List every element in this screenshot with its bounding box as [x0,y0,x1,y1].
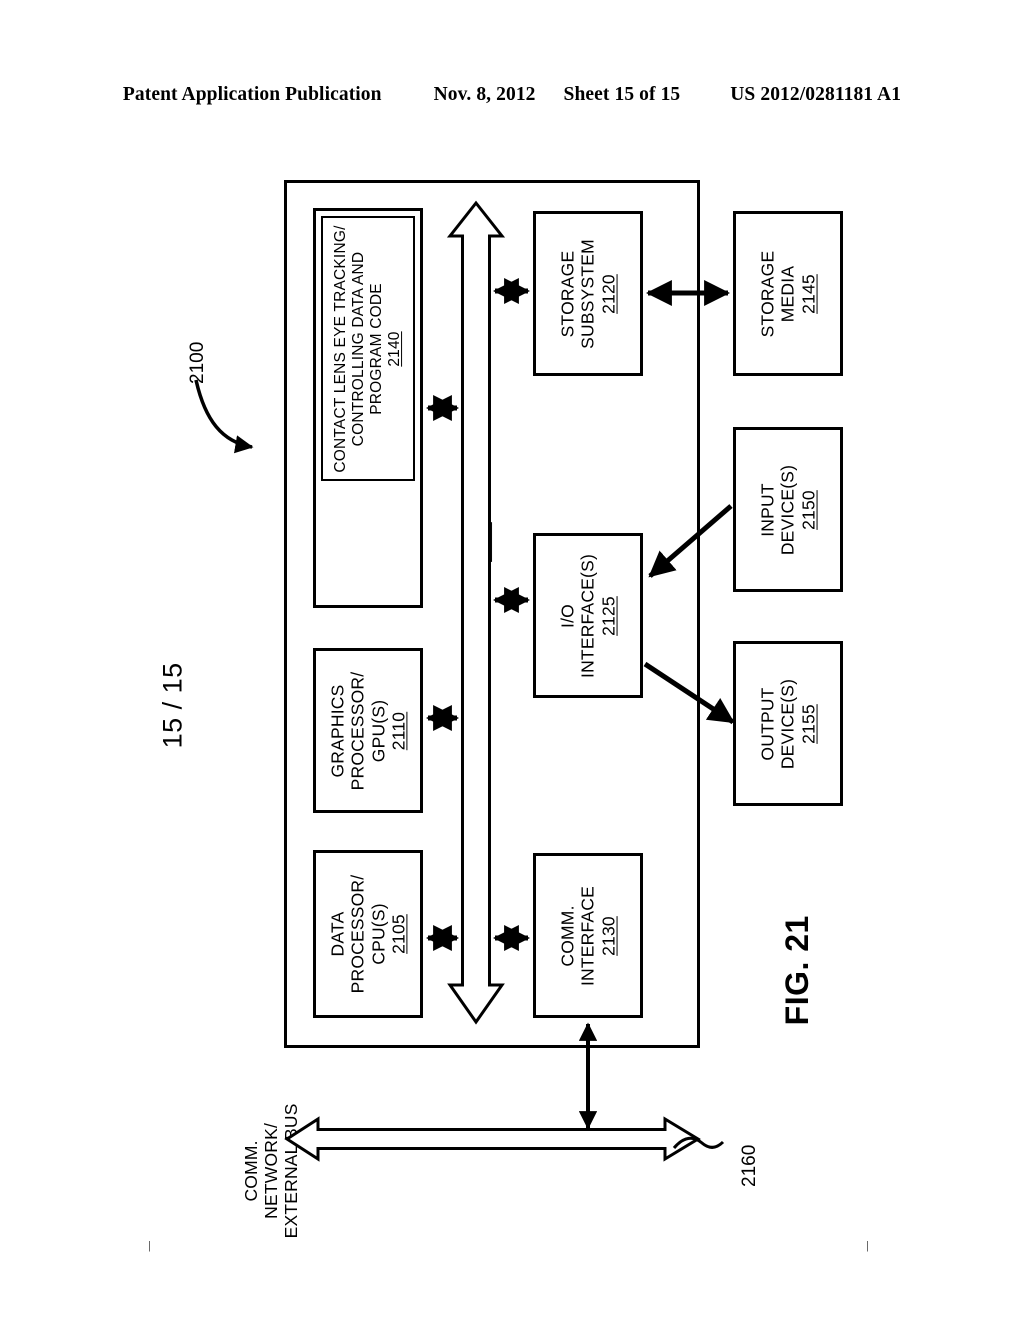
block-program-code-label: CONTACT LENS EYE TRACKING/ CONTROLLING D… [332,224,403,473]
figure-caption: FIG. 21 [778,915,815,1026]
page-header: Patent Application Publication Nov. 8, 2… [0,84,1024,106]
patent-number: US 2012/0281181 A1 [730,84,902,105]
system-bus-label: SYSTEM BUS 2135 [473,522,494,682]
sheet-indicator: Sheet 15 of 15 [563,84,681,105]
block-output-devices-label: OUTPUT DEVICE(S) 2155 [757,678,819,769]
block-output-devices: OUTPUT DEVICE(S) 2155 [733,641,843,806]
block-comm-interface: COMM. INTERFACE 2130 [533,853,643,1018]
block-storage-media: STORAGE MEDIA 2145 [733,211,843,376]
block-storage-subsystem: STORAGE SUBSYSTEM 2120 [533,211,643,376]
system-reference-numeral: 2100 [187,341,209,384]
block-input-devices: INPUT DEVICE(S) 2150 [733,427,843,592]
block-comm-interface-label: COMM. INTERFACE 2130 [557,885,619,986]
external-bus-arrow [284,1116,701,1162]
block-graphics-processor-label: GRAPHICS PROCESSOR/ GPU(S) 2110 [327,671,409,790]
block-program-code: CONTACT LENS EYE TRACKING/ CONTROLLING D… [321,216,415,481]
external-bus-reference-numeral: 2160 [739,1144,761,1187]
sheet-fraction-label: 15 / 15 [157,662,188,749]
publication-title: Patent Application Publication [122,84,382,105]
block-io-interface-label: I/O INTERFACE(S) 2125 [557,553,619,678]
corner-tick-left: | [148,1240,151,1252]
block-graphics-processor: GRAPHICS PROCESSOR/ GPU(S) 2110 [313,648,423,813]
external-bus-label: COMM. NETWORK/ EXTERNAL BUS [241,1103,301,1239]
corner-tick-right: | [866,1240,869,1252]
block-io-interface: I/O INTERFACE(S) 2125 [533,533,643,698]
block-storage-media-label: STORAGE MEDIA 2145 [757,250,819,337]
block-input-devices-label: INPUT DEVICE(S) 2150 [757,464,819,555]
block-data-processor-label: DATA PROCESSOR/ CPU(S) 2105 [327,874,409,994]
publication-date: Nov. 8, 2012 [433,84,536,105]
leader-squiggle-2160 [672,1136,725,1149]
block-data-processor: DATA PROCESSOR/ CPU(S) 2105 [313,850,423,1018]
block-storage-subsystem-label: STORAGE SUBSYSTEM 2120 [557,238,619,349]
